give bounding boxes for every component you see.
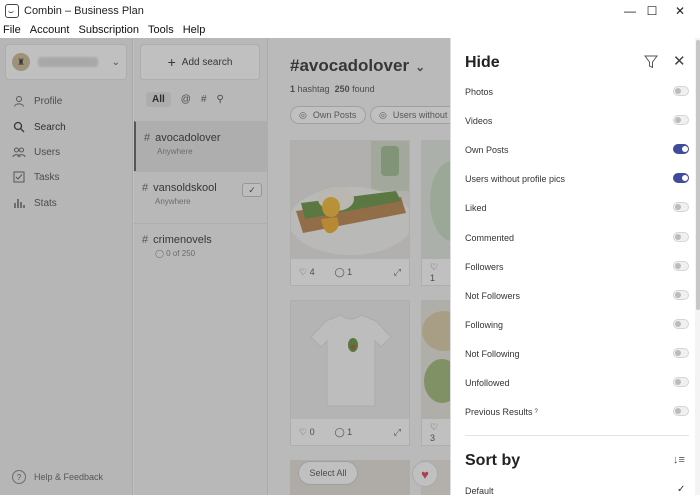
panel-title: Hide <box>465 54 500 71</box>
toggle-switch[interactable] <box>673 173 689 184</box>
option-label: Commented <box>465 232 515 243</box>
help-icon[interactable]: ? <box>535 409 538 415</box>
title-bar: Combin – Business Plan — ☐ ✕ <box>0 0 700 22</box>
option-label: Not Following <box>465 348 520 359</box>
hide-option-unfollowed: Unfollowed <box>465 373 689 393</box>
toggle-switch[interactable] <box>673 231 689 242</box>
toggle-switch[interactable] <box>673 202 689 213</box>
modal-backdrop[interactable] <box>0 38 450 495</box>
check-icon: ✓ <box>677 484 686 495</box>
scrollbar-thumb[interactable] <box>696 40 700 310</box>
sort-by-title: Sort by <box>465 452 521 469</box>
menu-subscription[interactable]: Subscription <box>78 24 139 36</box>
hide-option-liked: Liked <box>465 198 689 218</box>
hide-option-own-posts: Own Posts <box>465 140 689 160</box>
hide-option-commented: Commented <box>465 228 689 248</box>
hide-option-not-following: Not Following <box>465 344 689 364</box>
menu-help[interactable]: Help <box>183 24 206 36</box>
toggle-switch[interactable] <box>673 406 689 417</box>
toggle-switch[interactable] <box>673 260 689 271</box>
option-label: Users without profile pics <box>465 174 566 185</box>
menu-account[interactable]: Account <box>30 24 70 36</box>
option-label: Not Followers <box>465 290 521 301</box>
hide-option-users-without-profile-pics: Users without profile pics <box>465 169 689 189</box>
option-label: Followers <box>465 261 504 272</box>
hide-filter-panel: Hide ✕ Photos Videos Own Posts Users withou… <box>450 38 700 495</box>
option-label: Videos <box>465 116 493 127</box>
hide-option-videos: Videos <box>465 111 689 131</box>
divider <box>465 435 689 436</box>
toggle-switch[interactable] <box>673 377 689 387</box>
option-label: Unfollowed <box>465 378 510 388</box>
hide-option-previous-results: Previous Results? <box>465 402 689 422</box>
close-button[interactable]: ✕ <box>660 0 700 22</box>
option-label: Previous Results <box>465 407 533 418</box>
toggle-switch[interactable] <box>673 86 689 96</box>
hide-option-not-followers: Not Followers <box>465 286 689 306</box>
filter-icon[interactable] <box>644 55 658 69</box>
toggle-switch[interactable] <box>673 289 689 300</box>
close-icon[interactable]: ✕ <box>673 52 686 70</box>
sort-order-icon[interactable]: ↓≡ <box>673 454 685 466</box>
panel-scrollbar[interactable] <box>695 38 700 495</box>
hide-option-photos: Photos <box>465 82 689 102</box>
toggle-switch[interactable] <box>673 318 689 329</box>
menu-tools[interactable]: Tools <box>148 24 174 36</box>
option-label: Photos <box>465 87 494 97</box>
menu-file[interactable]: File <box>3 24 21 36</box>
window-title: Combin – Business Plan <box>24 5 144 17</box>
option-label: Liked <box>465 203 487 214</box>
menu-bar: File Account Subscription Tools Help <box>0 22 700 38</box>
option-label: Following <box>465 319 504 330</box>
toggle-switch[interactable] <box>673 115 689 126</box>
toggle-switch[interactable] <box>673 144 689 155</box>
sort-option-default[interactable]: Default <box>465 486 494 495</box>
option-label: Own Posts <box>465 145 509 156</box>
hide-option-followers: Followers <box>465 257 689 277</box>
combin-logo-icon <box>5 4 19 18</box>
toggle-switch[interactable] <box>673 347 689 358</box>
hide-option-following: Following <box>465 315 689 335</box>
